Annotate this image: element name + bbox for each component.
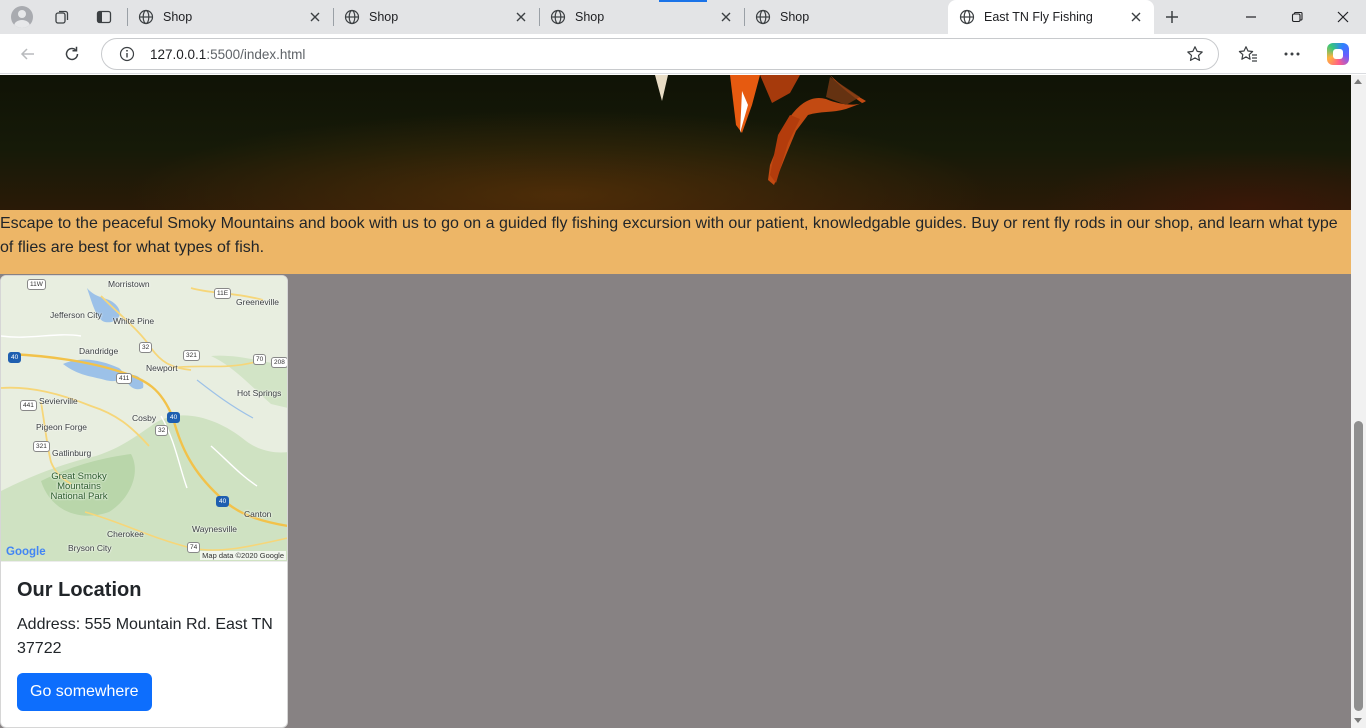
map-shield: 321 (183, 350, 200, 361)
card-address: Address: 555 Mountain Rd. East TN 37722 (17, 616, 273, 657)
map-shield: 11E (214, 288, 232, 299)
map-shield: 321 (33, 441, 50, 452)
map-shield: 32 (139, 342, 153, 353)
minimize-icon[interactable] (1228, 0, 1274, 34)
map-shield: 11W (27, 279, 46, 290)
restore-icon[interactable] (1274, 0, 1320, 34)
tab-title: Shop (163, 10, 193, 24)
tab-shop-3[interactable]: Shop (539, 0, 744, 34)
location-map[interactable]: Morristown Greeneville Jefferson City Wh… (1, 276, 287, 562)
map-label-hot-springs: Hot Springs (237, 388, 282, 398)
scrollbar-thumb[interactable] (1354, 421, 1363, 711)
url-host: 127.0.0.1 (150, 47, 207, 62)
back-icon[interactable] (13, 39, 43, 69)
address-bar[interactable]: 127.0.0.1:5500/index.html (101, 38, 1219, 70)
tab-actions-icon[interactable] (90, 4, 118, 30)
globe-icon (137, 8, 155, 26)
page-viewport: Escape to the peaceful Smoky Mountains a… (0, 75, 1351, 728)
tab-strip: Shop Shop Shop Shop East TN Fly Fishing (0, 0, 1366, 34)
tab-title: East TN Fly Fishing (984, 10, 1093, 24)
google-logo: Google (6, 546, 46, 558)
copilot-icon[interactable] (1323, 39, 1353, 69)
tab-title: Shop (780, 10, 810, 24)
map-label-jefferson-city: Jefferson City (50, 310, 102, 320)
map-shield: 40 (167, 412, 181, 423)
map-shield: 40 (216, 496, 230, 507)
map-label-waynesville: Waynesville (192, 524, 238, 534)
map-shield: 32 (155, 425, 169, 436)
map-shield: 441 (20, 400, 37, 411)
map-credit: Map data ©2020 Google (200, 551, 286, 560)
profile-icon[interactable] (8, 4, 36, 30)
map-shield: 40 (8, 352, 22, 363)
close-icon[interactable] (513, 9, 529, 25)
map-label-dandridge: Dandridge (79, 346, 119, 356)
hero-fish-image (0, 75, 1351, 210)
close-icon[interactable] (718, 9, 734, 25)
globe-icon (549, 8, 567, 26)
map-label-gatlinburg: Gatlinburg (52, 448, 92, 458)
location-card: Morristown Greeneville Jefferson City Wh… (0, 275, 288, 728)
tab-shop-1[interactable]: Shop (127, 0, 333, 34)
close-window-icon[interactable] (1320, 0, 1366, 34)
tab-shop-4[interactable]: Shop (744, 0, 948, 34)
close-icon[interactable] (307, 9, 323, 25)
map-label-cherokee: Cherokee (107, 529, 144, 539)
map-shield: 70 (253, 354, 267, 365)
tab-shop-2[interactable]: Shop (333, 0, 539, 34)
browser-toolbar: 127.0.0.1:5500/index.html (0, 34, 1366, 74)
scroll-up-icon[interactable] (1354, 79, 1362, 84)
intro-text: Escape to the peaceful Smoky Mountains a… (0, 210, 1351, 274)
tab-title: Shop (369, 10, 399, 24)
site-info-icon[interactable] (118, 45, 136, 63)
card-body: Our Location Address: 555 Mountain Rd. E… (17, 578, 273, 661)
globe-icon (958, 8, 976, 26)
workspaces-icon[interactable] (48, 4, 76, 30)
favorite-star-icon[interactable] (1186, 45, 1204, 63)
globe-icon (343, 8, 361, 26)
map-label-white-pine: White Pine (113, 316, 155, 326)
map-label-canton: Canton (244, 509, 272, 519)
tab-east-tn-fly-fishing[interactable]: East TN Fly Fishing (948, 0, 1154, 34)
scroll-down-icon[interactable] (1354, 718, 1362, 723)
globe-icon (754, 8, 772, 26)
more-icon[interactable] (1277, 39, 1307, 69)
url-path: :5500/index.html (206, 47, 306, 62)
map-label-greeneville: Greeneville (236, 297, 279, 307)
map-label-cosby: Cosby (132, 413, 157, 423)
refresh-icon[interactable] (57, 39, 87, 69)
page-scrollbar[interactable] (1351, 75, 1366, 728)
map-label-pigeon-forge: Pigeon Forge (36, 422, 88, 432)
map-shield: 74 (187, 542, 201, 553)
map-label-sevierville: Sevierville (39, 396, 78, 406)
map-label-bryson-city: Bryson City (68, 543, 112, 553)
map-label-national-park: Great Smoky Mountains National Park (50, 471, 108, 502)
url-text[interactable]: 127.0.0.1:5500/index.html (150, 47, 305, 62)
card-title: Our Location (17, 579, 142, 601)
map-shield: 208 (271, 357, 287, 368)
tab-title: Shop (575, 10, 605, 24)
close-icon[interactable] (1128, 9, 1144, 25)
map-shield: 411 (116, 373, 133, 384)
map-label-newport: Newport (146, 363, 178, 373)
favorites-icon[interactable] (1233, 39, 1263, 69)
map-label-morristown: Morristown (108, 279, 150, 289)
new-tab-icon[interactable] (1158, 4, 1186, 30)
go-somewhere-button[interactable]: Go somewhere (17, 673, 152, 711)
